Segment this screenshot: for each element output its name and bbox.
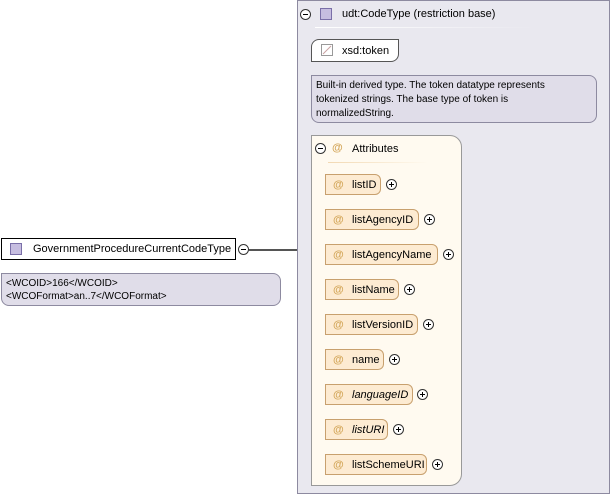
attribute-label: listSchemeURI: [352, 459, 425, 471]
complex-type-icon: [320, 8, 332, 20]
attribute-item-listversionid[interactable]: @ listVersionID: [325, 314, 418, 335]
attribute-label: listVersionID: [352, 319, 414, 331]
header-divider: [315, 27, 535, 28]
expand-icon[interactable]: [417, 389, 428, 400]
annotation-line: tokenized strings. The base type of toke…: [316, 94, 509, 105]
attribute-icon: @: [333, 459, 344, 471]
attribute-icon: @: [333, 424, 344, 436]
expand-icon[interactable]: [424, 214, 435, 225]
attribute-icon: @: [333, 284, 344, 296]
connector-line: [249, 249, 297, 251]
expand-icon[interactable]: [432, 459, 443, 470]
attribute-item-listname[interactable]: @ listName: [325, 279, 399, 300]
expand-icon[interactable]: [389, 354, 400, 365]
base-type-annotation: Built-in derived type. The token datatyp…: [311, 75, 597, 123]
expand-icon[interactable]: [423, 319, 434, 330]
attribute-label: listAgencyID: [352, 214, 414, 226]
expand-icon[interactable]: [386, 179, 397, 190]
attribute-item-listagencyname[interactable]: @ listAgencyName: [325, 244, 438, 265]
attribute-icon: @: [333, 389, 344, 401]
root-element-label: GovernmentProcedureCurrentCodeType: [33, 243, 232, 255]
attribute-icon: @: [332, 142, 343, 154]
annotation-line: normalizedString.: [316, 108, 394, 119]
attribute-item-name[interactable]: @ name: [325, 349, 384, 370]
root-element-box[interactable]: GovernmentProcedureCurrentCodeType: [1, 238, 236, 260]
attributes-divider: [328, 162, 428, 163]
expand-icon[interactable]: [443, 249, 454, 260]
attribute-icon: @: [333, 214, 344, 226]
base-type-label: xsd:token: [342, 45, 390, 57]
collapse-icon[interactable]: [315, 143, 326, 154]
annotation-line: <WCOFormat>an..7</WCOFormat>: [6, 291, 167, 302]
expand-icon[interactable]: [393, 424, 404, 435]
collapse-icon[interactable]: [300, 9, 311, 20]
complex-type-icon: [10, 243, 22, 255]
attribute-icon: @: [333, 319, 344, 331]
attribute-item-listschemeuri[interactable]: @ listSchemeURI: [325, 454, 427, 475]
attribute-label: listID: [352, 179, 377, 191]
attribute-icon: @: [333, 249, 344, 261]
annotation-line: <WCOID>166</WCOID>: [6, 278, 118, 289]
attribute-label: name: [352, 354, 380, 366]
complex-type-title: udt:CodeType (restriction base): [342, 8, 496, 20]
attributes-title: Attributes: [352, 143, 399, 155]
annotation-line: Built-in derived type. The token datatyp…: [316, 80, 545, 91]
attribute-item-listuri[interactable]: @ listURI: [325, 419, 388, 440]
expand-icon[interactable]: [404, 284, 415, 295]
collapse-icon[interactable]: [238, 244, 249, 255]
attribute-label: listAgencyName: [352, 249, 432, 261]
simple-type-icon: [321, 44, 333, 56]
attribute-label: listURI: [352, 424, 385, 436]
attribute-item-listid[interactable]: @ listID: [325, 174, 381, 195]
attribute-label: listName: [352, 284, 395, 296]
attribute-icon: @: [333, 179, 344, 191]
base-type-box[interactable]: xsd:token: [311, 39, 399, 62]
root-annotation: <WCOID>166</WCOID> <WCOFormat>an..7</WCO…: [1, 273, 281, 306]
attribute-label: languageID: [352, 389, 409, 401]
attribute-item-listagencyid[interactable]: @ listAgencyID: [325, 209, 419, 230]
attribute-icon: @: [333, 354, 344, 366]
attribute-item-languageid[interactable]: @ languageID: [325, 384, 413, 405]
